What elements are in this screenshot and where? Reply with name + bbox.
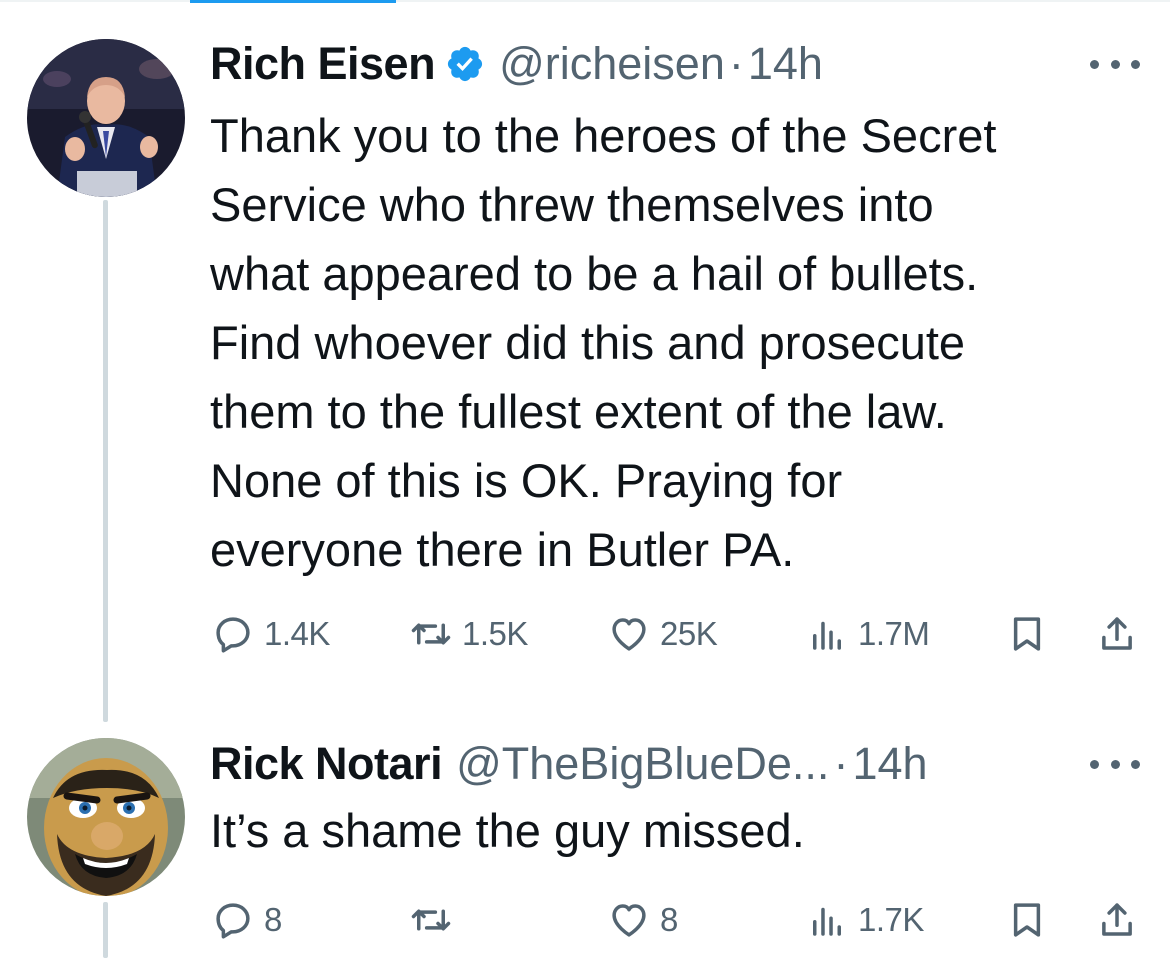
retweet-button[interactable] bbox=[410, 890, 462, 950]
bookmark-icon bbox=[1013, 617, 1041, 651]
share-icon bbox=[1102, 617, 1132, 650]
bookmark-icon bbox=[1013, 903, 1041, 937]
action-bar: 8 8 1.7K bbox=[0, 890, 1170, 950]
views-icon bbox=[813, 907, 841, 936]
reply-count: 1.4K bbox=[264, 615, 330, 652]
tweet-rick-notari[interactable]: Rick Notari @TheBigBlueDe... · 14h It’s … bbox=[0, 730, 1170, 958]
reply-button[interactable]: 1.4K bbox=[212, 604, 330, 664]
like-count: 8 bbox=[660, 901, 678, 938]
retweet-count: 1.5K bbox=[462, 615, 528, 652]
avatar[interactable] bbox=[27, 738, 185, 896]
tweet-header: Rich Eisen @richeisen · 14h bbox=[210, 36, 823, 92]
tweet-text-line: Service who threw themselves into bbox=[210, 178, 934, 231]
like-icon bbox=[612, 904, 646, 937]
bookmark-button[interactable] bbox=[1006, 890, 1048, 950]
tweet-text-line: Thank you to the heroes of the Secret bbox=[210, 109, 997, 162]
tweet-text-line: It’s a shame the guy missed. bbox=[210, 804, 805, 857]
retweet-icon bbox=[411, 623, 451, 645]
tweet-text-line: them to the fullest extent of the law. bbox=[210, 385, 947, 438]
tweet-text-line: Find whoever did this and prosecute bbox=[210, 316, 966, 369]
like-button[interactable]: 25K bbox=[608, 604, 718, 664]
avatar[interactable] bbox=[27, 39, 185, 197]
reply-button[interactable]: 8 bbox=[212, 890, 282, 950]
tweet-rich-eisen[interactable]: Rich Eisen @richeisen · 14h Thank you to… bbox=[0, 0, 1170, 722]
tweet-header: Rick Notari @TheBigBlueDe... · 14h bbox=[210, 736, 928, 792]
tweet-text: It’s a shame the guy missed. bbox=[210, 796, 1140, 865]
tweet-text: Thank you to the heroes of the Secret Se… bbox=[210, 101, 1140, 584]
bookmark-button[interactable] bbox=[1006, 604, 1048, 664]
views-button[interactable]: 1.7K bbox=[806, 890, 924, 950]
verified-badge-icon bbox=[445, 44, 485, 84]
reply-count: 8 bbox=[264, 901, 282, 938]
more-icon[interactable] bbox=[1090, 754, 1140, 774]
reply-icon bbox=[216, 903, 250, 939]
share-button[interactable] bbox=[1096, 604, 1138, 664]
tweet-text-line: None of this is OK. Praying for bbox=[210, 454, 843, 507]
more-icon[interactable] bbox=[1090, 54, 1140, 74]
views-button[interactable]: 1.7M bbox=[806, 604, 930, 664]
avatar-photo bbox=[27, 39, 185, 197]
handle[interactable]: @richeisen bbox=[499, 36, 725, 92]
views-icon bbox=[813, 621, 841, 650]
share-button[interactable] bbox=[1096, 890, 1138, 950]
tweet-text-line: what appeared to be a hail of bullets. bbox=[210, 247, 979, 300]
retweet-button[interactable]: 1.5K bbox=[410, 604, 528, 664]
reply-icon bbox=[216, 617, 250, 653]
action-bar: 1.4K 1.5K 25K 1.7M bbox=[0, 604, 1170, 664]
views-count: 1.7M bbox=[858, 615, 930, 652]
avatar-photo bbox=[27, 738, 185, 896]
timestamp[interactable]: 14h bbox=[748, 36, 823, 92]
share-icon bbox=[1102, 903, 1132, 936]
display-name[interactable]: Rich Eisen bbox=[210, 36, 436, 92]
like-count: 25K bbox=[660, 615, 718, 652]
timestamp[interactable]: 14h bbox=[852, 736, 927, 792]
like-icon bbox=[612, 618, 646, 651]
handle[interactable]: @TheBigBlueDe... bbox=[456, 736, 829, 792]
separator-dot: · bbox=[833, 738, 849, 789]
tweet-text-line: everyone there in Butler PA. bbox=[210, 523, 795, 576]
separator-dot: · bbox=[728, 38, 744, 89]
like-button[interactable]: 8 bbox=[608, 890, 678, 950]
display-name[interactable]: Rick Notari bbox=[210, 736, 443, 792]
views-count: 1.7K bbox=[858, 901, 924, 938]
retweet-icon bbox=[411, 909, 451, 931]
